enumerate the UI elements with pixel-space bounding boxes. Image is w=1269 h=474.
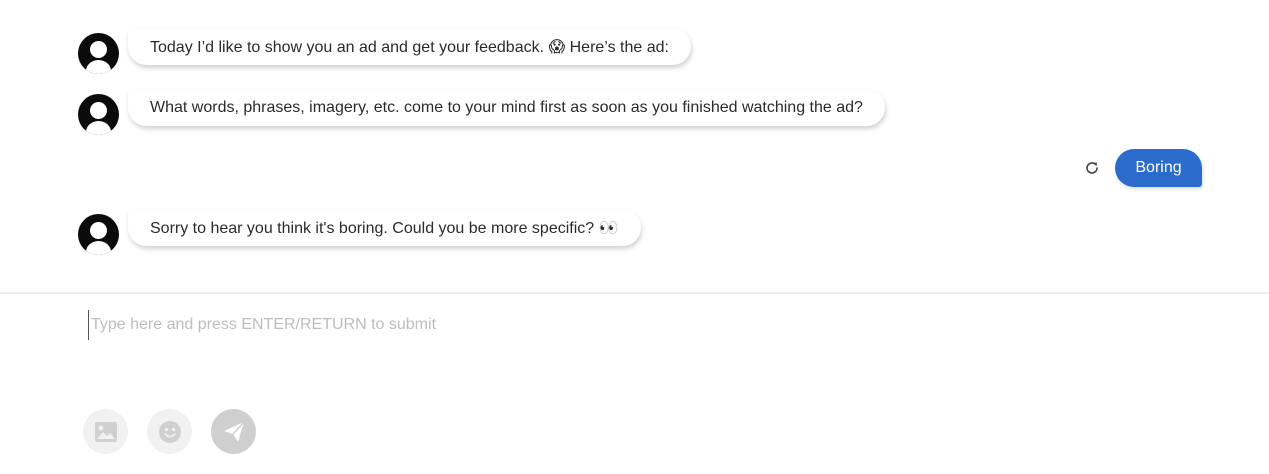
bot-message: Today I’d like to show you an ad and get… (128, 28, 691, 65)
image-upload-button[interactable] (83, 409, 128, 454)
send-icon[interactable] (222, 420, 246, 444)
bot-message: Sorry to hear you think it's boring. Cou… (128, 209, 641, 246)
bot-message-text-after: Here’s the ad: (569, 39, 669, 56)
user-message: Boring (1115, 149, 1202, 187)
bot-avatar (78, 214, 119, 255)
image-icon[interactable] (94, 421, 118, 443)
emoji-button[interactable] (147, 409, 192, 454)
bot-avatar (78, 94, 119, 135)
emoji-icon: 😱 (548, 37, 566, 56)
send-button[interactable] (211, 409, 256, 454)
bot-message-text: Sorry to hear you think it's boring. Cou… (150, 220, 595, 237)
bot-message-text: Today I’d like to show you an ad and get… (150, 39, 545, 56)
message-composer (0, 292, 1269, 474)
bot-message: What words, phrases, imagery, etc. come … (128, 89, 885, 126)
emoji-icon[interactable] (158, 420, 182, 444)
retry-button[interactable] (1082, 157, 1102, 179)
bot-message-text: What words, phrases, imagery, etc. come … (150, 99, 863, 116)
refresh-icon[interactable] (1084, 160, 1100, 176)
bot-avatar (78, 33, 119, 74)
message-input[interactable] (88, 310, 1191, 340)
eyes-emoji-icon: 👀 (598, 218, 619, 237)
